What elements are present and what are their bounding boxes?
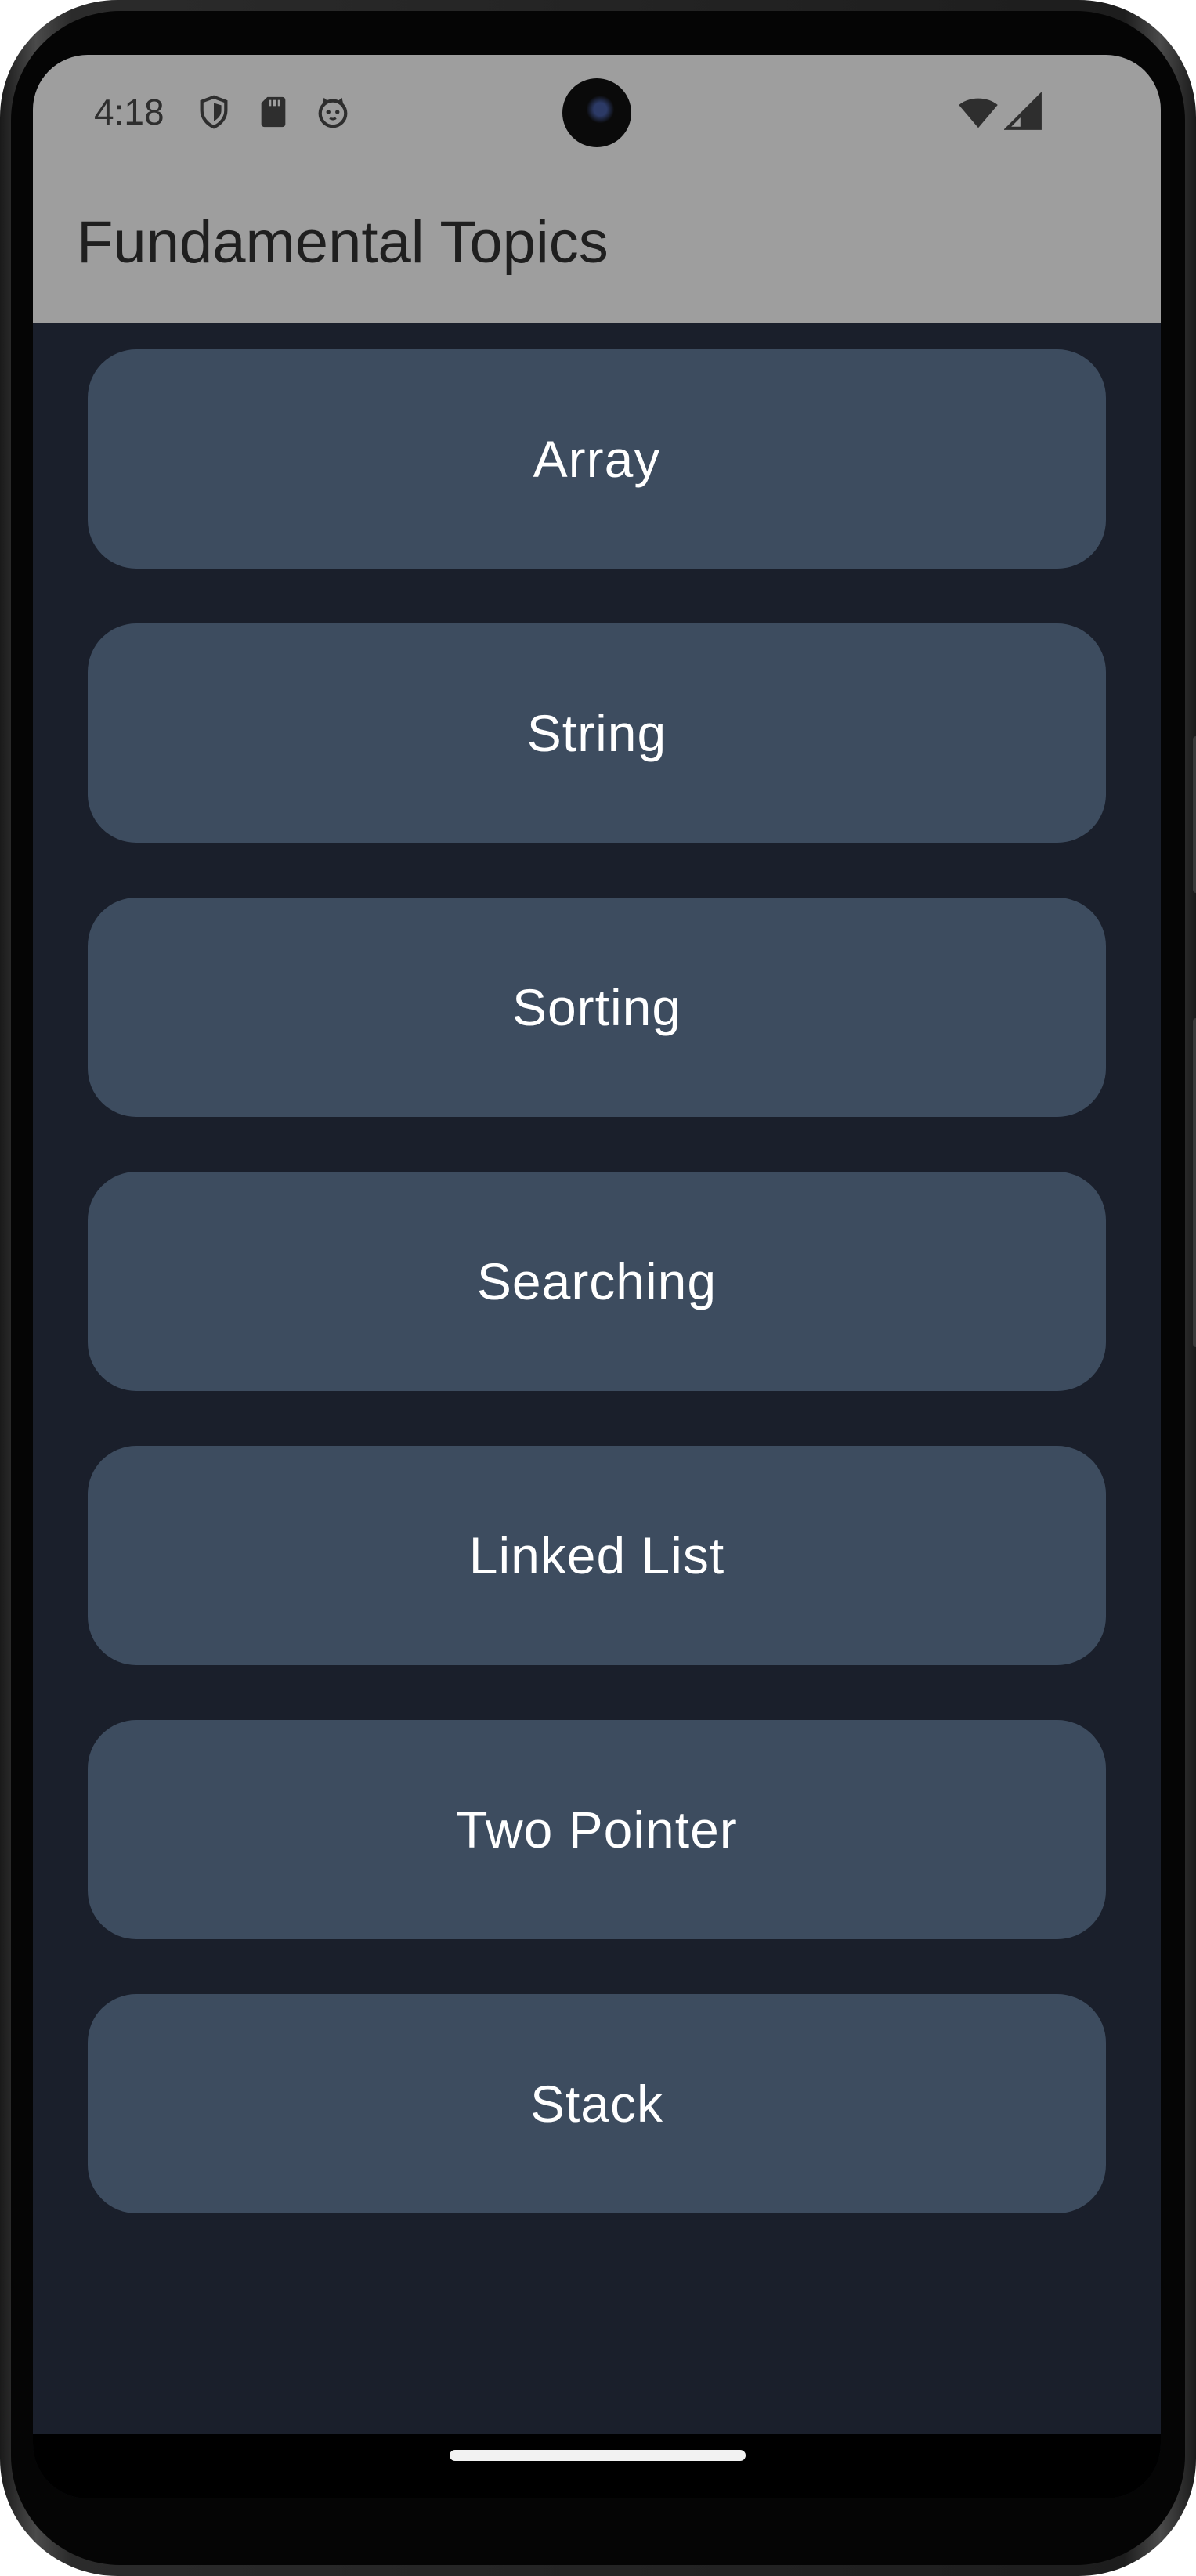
page-title: Fundamental Topics	[77, 209, 609, 276]
topic-button-array[interactable]: Array	[88, 349, 1106, 569]
screen: 4:18 Fundamental Topics Array String Sor…	[33, 55, 1161, 2498]
home-indicator[interactable]	[450, 2450, 746, 2461]
front-camera	[562, 78, 631, 147]
topic-button-searching[interactable]: Searching	[88, 1172, 1106, 1391]
shield-icon	[200, 95, 228, 129]
sd-card-icon	[261, 96, 286, 128]
status-bar: 4:18	[33, 55, 1161, 172]
phone-frame: 4:18 Fundamental Topics Array String Sor…	[0, 0, 1196, 2576]
wifi-icon	[959, 98, 998, 128]
topic-button-string[interactable]: String	[88, 623, 1106, 843]
power-button	[1193, 736, 1196, 893]
volume-button	[1193, 1018, 1196, 1347]
gesture-nav-bar	[33, 2434, 1161, 2498]
topic-button-linked-list[interactable]: Linked List	[88, 1446, 1106, 1665]
cat-face-icon	[318, 97, 348, 128]
topic-button-two-pointer[interactable]: Two Pointer	[88, 1720, 1106, 1939]
status-time: 4:18	[94, 92, 164, 132]
topic-button-stack[interactable]: Stack	[88, 1994, 1106, 2213]
topic-list: Array String Sorting Searching Linked Li…	[33, 323, 1161, 2434]
cellular-signal-icon	[1004, 92, 1042, 130]
topic-button-sorting[interactable]: Sorting	[88, 898, 1106, 1117]
app-bar: 4:18 Fundamental Topics	[33, 55, 1161, 323]
